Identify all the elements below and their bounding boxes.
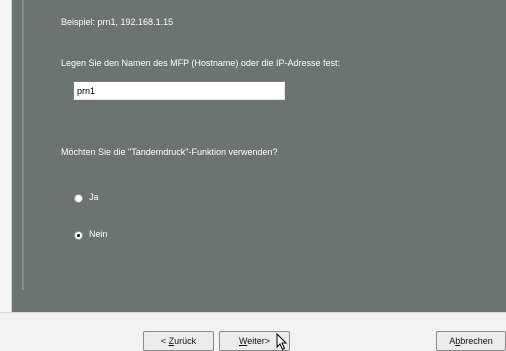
- hostname-example-hint: Beispiel: prn1, 192.168.1.15: [61, 17, 174, 27]
- hostname-input[interactable]: [73, 81, 285, 100]
- panel-rail: [22, 0, 24, 290]
- radio-ja[interactable]: [74, 194, 83, 203]
- radio-ja-label[interactable]: Ja: [89, 192, 99, 202]
- cancel-button[interactable]: Abbrechen: [436, 331, 506, 351]
- radio-nein-label[interactable]: Nein: [89, 229, 108, 239]
- button-bar-separator: [0, 312, 506, 313]
- mouse-pointer-icon: [276, 333, 288, 351]
- back-button[interactable]: < Zurück: [143, 331, 214, 351]
- radio-nein[interactable]: [74, 231, 83, 240]
- hostname-prompt-label: Legen Sie den Namen des MFP (Hostname) o…: [61, 58, 340, 68]
- tandem-print-question: Möchten Sie die "Tandemdruck"-Funktion v…: [61, 147, 278, 157]
